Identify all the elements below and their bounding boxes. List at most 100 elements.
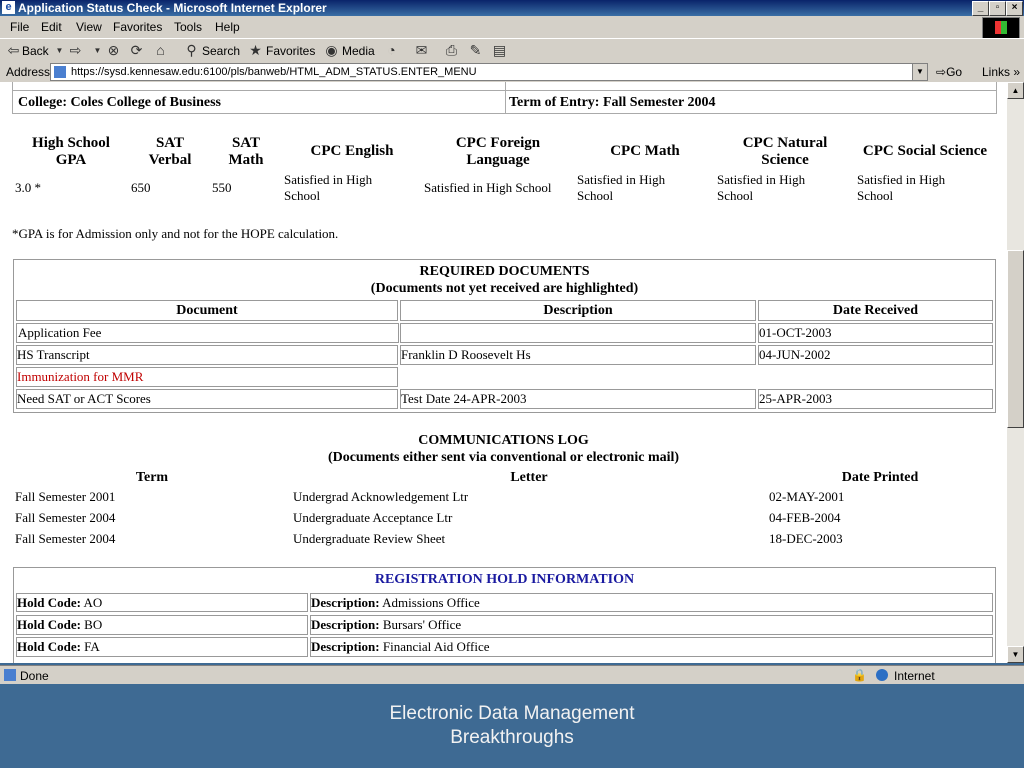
internet-globe-icon: [876, 669, 888, 681]
hold-information-table: REGISTRATION HOLD INFORMATION Hold Code:…: [13, 567, 996, 663]
page-done-icon: [4, 669, 16, 681]
close-button[interactable]: ×: [1006, 1, 1023, 16]
address-dropdown-icon[interactable]: ▼: [912, 64, 927, 80]
doc-name: Need SAT or ACT Scores: [17, 391, 151, 406]
hold-description: Bursars' Office: [382, 617, 462, 632]
menu-help[interactable]: Help: [215, 20, 240, 34]
favorites-button[interactable]: Favorites: [266, 44, 315, 58]
window-titlebar: e Application Status Check - Microsoft I…: [0, 0, 1024, 16]
menu-tools[interactable]: Tools: [174, 20, 202, 34]
score-value: 3.0 *: [15, 180, 41, 195]
menu-favorites[interactable]: Favorites: [113, 20, 162, 34]
security-zone: Internet: [894, 669, 935, 683]
hold-code-label: Hold Code:: [17, 617, 81, 632]
scroll-up-icon[interactable]: ▲: [1007, 82, 1024, 99]
address-url[interactable]: https://sysd.kennesaw.edu:6100/pls/banwe…: [71, 64, 477, 80]
hold-code-label: Hold Code:: [17, 595, 81, 610]
back-dropdown-icon[interactable]: ▼: [52, 43, 67, 58]
hold-description-cell: Description: Financial Aid Office: [310, 637, 993, 657]
go-button[interactable]: ⇨Go: [936, 65, 962, 79]
comm-log-subtitle: (Documents either sent via conventional …: [327, 450, 680, 465]
history-icon[interactable]: ◔: [384, 43, 399, 58]
log-term: Fall Semester 2001: [15, 489, 116, 504]
page-icon: [54, 66, 66, 78]
score-value: 650: [131, 180, 151, 195]
scroll-down-icon[interactable]: ▼: [1007, 646, 1024, 663]
vertical-scrollbar[interactable]: ▲ ▼: [1007, 82, 1024, 663]
log-letter: Undergraduate Review Sheet: [293, 531, 446, 546]
page-content: College: Coles College of Business Term …: [0, 82, 1007, 663]
divider: [13, 90, 996, 91]
score-header: SAT Math: [228, 135, 264, 168]
media-button[interactable]: Media: [342, 44, 375, 58]
minimize-button[interactable]: _: [972, 1, 989, 16]
links-button[interactable]: Links »: [982, 65, 1020, 79]
go-arrow-icon: ⇨: [936, 65, 947, 79]
discuss-icon[interactable]: ▤: [492, 43, 507, 58]
caption-line-2: Breakthroughs: [450, 727, 574, 748]
address-bar: Address https://sysd.kennesaw.edu:6100/p…: [0, 62, 1024, 82]
back-arrow-icon[interactable]: ⇦: [6, 43, 21, 58]
search-icon[interactable]: ⚲: [184, 43, 199, 58]
address-input[interactable]: https://sysd.kennesaw.edu:6100/pls/banwe…: [50, 63, 928, 81]
col-header-date: Date Received: [832, 303, 919, 318]
forward-dropdown-icon[interactable]: ▼: [90, 43, 105, 58]
hold-code: AO: [83, 595, 103, 610]
forward-arrow-icon[interactable]: ⇨: [68, 43, 83, 58]
table-row-cell: 25-APR-2003: [758, 389, 993, 409]
col-header-letter: Letter: [510, 470, 548, 485]
score-header: SAT Verbal: [148, 135, 192, 168]
table-row-cell: Franklin D Roosevelt Hs: [400, 345, 756, 365]
hold-code-label: Hold Code:: [17, 639, 81, 654]
print-icon[interactable]: ⎙: [444, 43, 459, 58]
media-icon[interactable]: ◉: [324, 43, 339, 58]
hold-code-cell: Hold Code: FA: [16, 637, 308, 657]
caption-line-1: Electronic Data Management: [389, 703, 635, 724]
college-label: College: Coles College of Business: [18, 95, 221, 110]
back-button[interactable]: Back: [22, 44, 49, 58]
favorites-icon[interactable]: ★: [248, 43, 263, 58]
gpa-footnote: *GPA is for Admission only and not for t…: [12, 226, 339, 241]
doc-description: Franklin D Roosevelt Hs: [401, 347, 531, 362]
hold-description: Admissions Office: [382, 595, 480, 610]
menu-file[interactable]: File: [10, 20, 29, 34]
menu-edit[interactable]: Edit: [41, 20, 62, 34]
table-row-cell: [400, 323, 756, 343]
doc-name: HS Transcript: [17, 347, 90, 362]
table-row-cell: Test Date 24-APR-2003: [400, 389, 756, 409]
stop-icon[interactable]: ⊗: [106, 43, 121, 58]
hold-code: BO: [84, 617, 103, 632]
maximize-button[interactable]: ▫: [989, 1, 1006, 16]
menu-view[interactable]: View: [76, 20, 102, 34]
required-documents-table: REQUIRED DOCUMENTS (Documents not yet re…: [13, 259, 996, 413]
log-term: Fall Semester 2004: [15, 531, 116, 546]
home-icon[interactable]: ⌂: [153, 43, 168, 58]
ie-icon: e: [2, 1, 15, 14]
col-header-description: Description: [543, 303, 613, 318]
mail-icon[interactable]: ✉: [414, 43, 429, 58]
doc-date: 01-OCT-2003: [759, 325, 832, 340]
table-row-cell: HS Transcript: [16, 345, 398, 365]
col-header-cell: Document: [16, 300, 398, 321]
log-date: 02-MAY-2001: [769, 489, 845, 504]
edit-icon[interactable]: ✎: [468, 43, 483, 58]
score-value: Satisfied in High School: [284, 172, 373, 203]
score-header: CPC Math: [610, 143, 680, 159]
doc-description: Test Date 24-APR-2003: [401, 391, 527, 406]
score-header: CPC English: [310, 143, 394, 159]
hold-code: FA: [84, 639, 100, 654]
links-label: Links: [982, 65, 1011, 79]
doc-name: Application Fee: [18, 325, 102, 340]
hold-code-cell: Hold Code: AO: [16, 593, 308, 612]
scrollbar-thumb[interactable]: [1007, 250, 1024, 428]
hold-title: REGISTRATION HOLD INFORMATION: [374, 572, 635, 587]
doc-date: 04-JUN-2002: [759, 347, 831, 362]
refresh-icon[interactable]: ⟳: [129, 43, 144, 58]
score-value: Satisfied in High School: [717, 172, 806, 203]
table-row-cell: Immunization for MMR: [16, 367, 398, 387]
score-header: High School GPA: [32, 135, 110, 168]
hold-description-cell: Description: Bursars' Office: [310, 615, 993, 635]
log-term: Fall Semester 2004: [15, 510, 116, 525]
address-label: Address: [6, 65, 51, 79]
search-button[interactable]: Search: [202, 44, 240, 58]
